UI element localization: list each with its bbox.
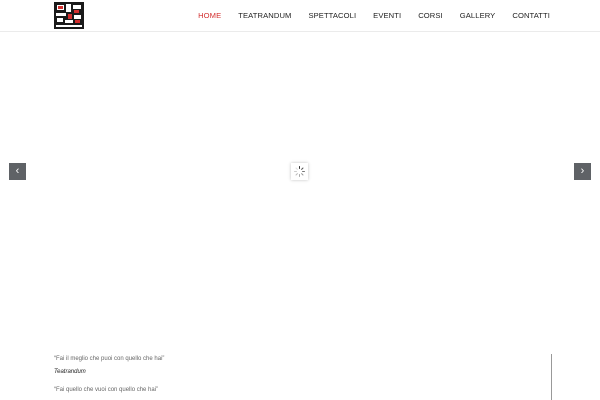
nav-item-gallery[interactable]: GALLERY	[460, 11, 496, 20]
nav-item-corsi[interactable]: CORSI	[418, 11, 443, 20]
quote-text: “Fai quello che vuoi con quello che hai”	[54, 387, 159, 393]
nav-item-spettacoli[interactable]: SPETTACOLI	[308, 11, 356, 20]
logo[interactable]	[54, 2, 84, 29]
nav-item-contatti[interactable]: CONTATTI	[512, 11, 550, 20]
chevron-left-icon: ‹	[15, 165, 20, 177]
nav-item-teatrandum[interactable]: TEATRANDUM	[238, 11, 291, 20]
slider-prev-button[interactable]: ‹	[9, 163, 26, 180]
spinner-icon	[291, 163, 308, 180]
site-header: HOME TEATRANDUM SPETTACOLI EVENTI CORSI …	[0, 0, 600, 32]
nav-item-home[interactable]: HOME	[198, 11, 221, 20]
hero-slider: ‹ ›	[0, 32, 600, 352]
slider-next-button[interactable]: ›	[574, 163, 591, 180]
main-nav: HOME TEATRANDUM SPETTACOLI EVENTI CORSI …	[181, 0, 550, 31]
quote-text: “Fai il meglio che puoi con quello che h…	[54, 356, 165, 362]
chevron-right-icon: ›	[580, 165, 585, 177]
divider	[551, 354, 552, 400]
nav-item-eventi[interactable]: EVENTI	[373, 11, 401, 20]
quote-author: Teatrandum	[54, 369, 86, 375]
logo-icon	[54, 2, 84, 29]
